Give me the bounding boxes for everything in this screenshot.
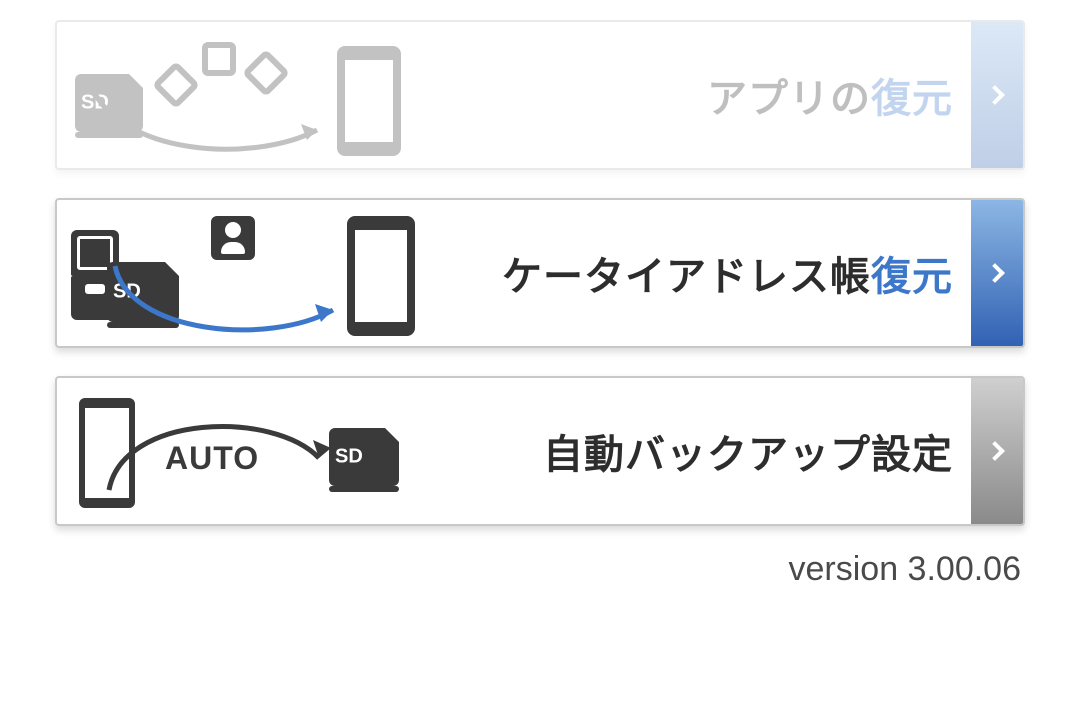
auto-backup-settings-row[interactable]: AUTO SD 自動バックアップ設定 [55,376,1025,526]
contacts-restore-row[interactable]: SD ケータイアドレス帳復元 [55,198,1025,348]
app-restore-row: SD アプリの復元 [55,20,1025,170]
chevron-right-icon [971,22,1023,168]
chevron-right-icon [971,200,1023,346]
contacts-restore-illustration-icon: SD [57,200,427,346]
app-restore-illustration-icon: SD [57,22,427,168]
sd-label: SD [335,446,363,469]
chevron-right-icon [971,378,1023,524]
auto-backup-label: 自動バックアップ設定 [427,422,971,480]
version-label: version 3.00.06 [55,550,1025,589]
contacts-restore-label: ケータイアドレス帳復元 [427,244,971,302]
app-restore-label: アプリの復元 [427,66,971,124]
auto-backup-illustration-icon: AUTO SD [57,378,427,524]
